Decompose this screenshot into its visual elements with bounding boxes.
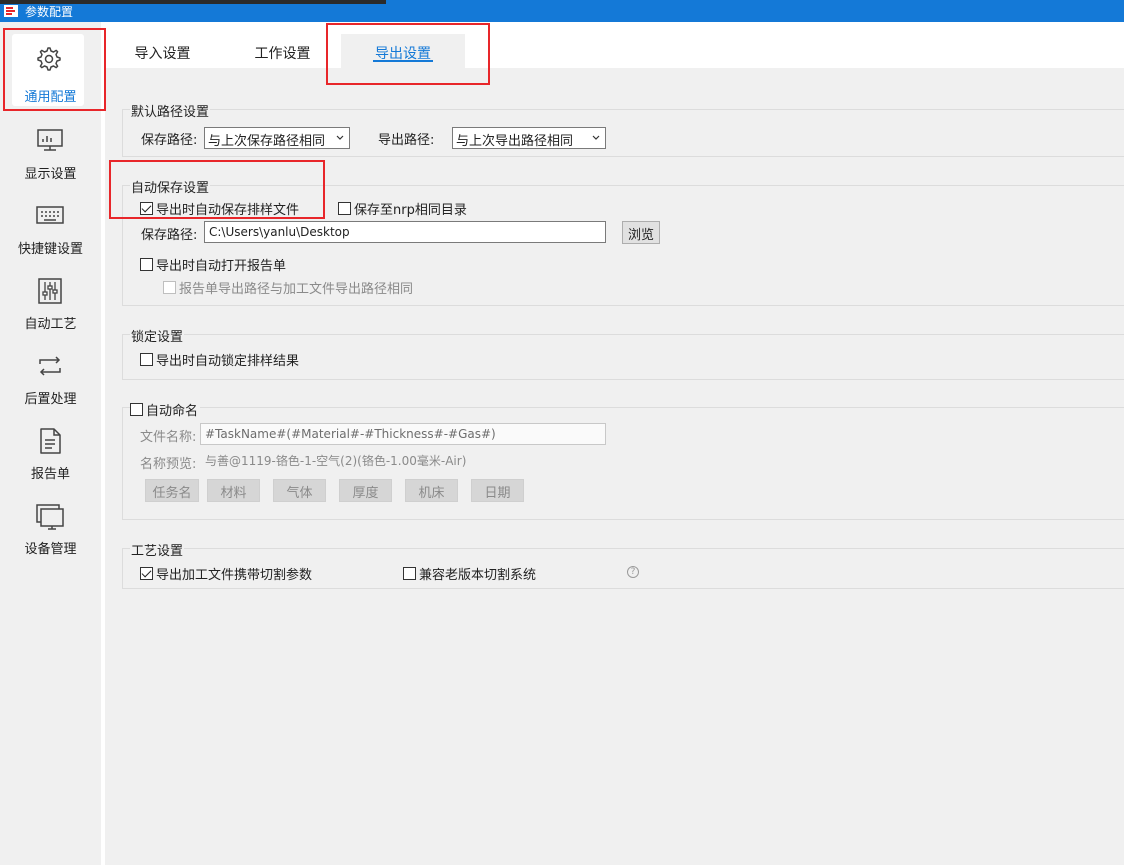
document-icon <box>40 428 61 454</box>
chevron-down-icon <box>592 135 600 140</box>
token-task-name-button[interactable]: 任务名 <box>145 479 199 502</box>
save-path-select[interactable]: 与上次保存路径相同 <box>204 127 350 149</box>
token-gas-button[interactable]: 气体 <box>273 479 326 502</box>
compat-old-system-checkbox[interactable]: 兼容老版本切割系统 <box>403 564 536 583</box>
sidebar-item-label: 显示设置 <box>24 167 77 182</box>
active-tab-underline <box>373 60 433 62</box>
help-icon[interactable]: ? <box>627 566 639 578</box>
checkbox-box <box>140 258 153 271</box>
tab-export-settings[interactable]: 导出设置 <box>341 34 465 68</box>
keyboard-icon <box>36 206 64 224</box>
tab-label: 导出设置 <box>375 46 431 62</box>
auto-name-checkbox[interactable]: 自动命名 <box>130 400 201 419</box>
sidebar: 通用配置 显示设置 快捷键设置 自动工艺 后置处理 报告单 设备管理 <box>0 22 101 865</box>
device-monitor-icon <box>36 504 64 530</box>
title-bar: 参数配置 <box>0 0 1124 22</box>
sidebar-item-label: 后置处理 <box>24 392 77 407</box>
name-preview-value: 与善@1119-铬色-1-空气(2)(铬色-1.00毫米-Air) <box>205 454 467 468</box>
carry-cut-params-checkbox[interactable]: 导出加工文件携带切割参数 <box>140 564 312 583</box>
auto-lock-checkbox[interactable]: 导出时自动锁定排样结果 <box>140 350 299 369</box>
token-machine-button[interactable]: 机床 <box>405 479 458 502</box>
monitor-icon <box>37 129 63 151</box>
name-preview-label: 名称预览: <box>140 457 197 472</box>
loop-arrows-icon <box>39 356 61 376</box>
report-same-path-checkbox[interactable]: 报告单导出路径与加工文件导出路径相同 <box>163 278 413 297</box>
checkbox-label: 导出时自动保存排样文件 <box>156 203 300 218</box>
auto-save-on-export-checkbox[interactable]: 导出时自动保存排样文件 <box>140 199 299 218</box>
checkbox-label: 报告单导出路径与加工文件导出路径相同 <box>179 282 414 297</box>
save-to-nrp-dir-checkbox[interactable]: 保存至nrp相同目录 <box>338 199 467 218</box>
save-path-label: 保存路径: <box>141 133 198 148</box>
sidebar-item-report[interactable]: 报告单 <box>0 419 101 494</box>
token-thickness-button[interactable]: 厚度 <box>339 479 392 502</box>
group-title: 工艺设置 <box>130 540 185 559</box>
checkbox-label: 导出加工文件携带切割参数 <box>156 568 313 583</box>
checkbox-box <box>140 567 153 580</box>
app-logo-icon <box>4 5 18 17</box>
checkbox-box <box>338 202 351 215</box>
tab-work-settings[interactable]: 工作设置 <box>225 34 340 68</box>
sidebar-item-post-processing[interactable]: 后置处理 <box>0 344 101 419</box>
sidebar-item-label: 报告单 <box>30 467 70 482</box>
sidebar-item-label: 设备管理 <box>24 542 77 557</box>
sidebar-item-device-management[interactable]: 设备管理 <box>0 494 101 569</box>
sidebar-item-label: 快捷键设置 <box>17 242 83 257</box>
checkbox-label: 导出时自动打开报告单 <box>156 259 287 274</box>
checkbox-label: 兼容老版本切割系统 <box>419 568 537 583</box>
sidebar-item-auto-process[interactable]: 自动工艺 <box>0 269 101 344</box>
sidebar-item-general[interactable]: 通用配置 <box>0 22 101 112</box>
sidebar-item-shortcuts[interactable]: 快捷键设置 <box>0 194 101 269</box>
auto-save-path-label: 保存路径: <box>141 228 198 243</box>
tab-bar: 导入设置 工作设置 导出设置 <box>105 22 1124 68</box>
export-path-select[interactable]: 与上次导出路径相同 <box>452 127 606 149</box>
checkbox-box <box>163 281 176 294</box>
tab-label: 导入设置 <box>134 46 191 62</box>
token-date-button[interactable]: 日期 <box>471 479 524 502</box>
select-value: 与上次导出路径相同 <box>456 134 574 149</box>
browse-button[interactable]: 浏览 <box>622 221 660 244</box>
window-title: 参数配置 <box>25 5 74 19</box>
checkbox-label: 自动命名 <box>146 404 199 419</box>
group-title: 默认路径设置 <box>130 101 211 120</box>
checkbox-box <box>140 202 153 215</box>
file-name-input[interactable]: #TaskName#(#Material#-#Thickness#-#Gas#) <box>200 423 606 445</box>
checkbox-label: 保存至nrp相同目录 <box>354 203 467 218</box>
sidebar-item-label: 自动工艺 <box>24 317 77 332</box>
auto-save-path-input[interactable]: C:\Users\yanlu\Desktop <box>204 221 606 243</box>
checkbox-label: 导出时自动锁定排样结果 <box>156 354 300 369</box>
tab-import-settings[interactable]: 导入设置 <box>105 34 220 68</box>
gear-icon <box>37 47 61 71</box>
auto-open-report-checkbox[interactable]: 导出时自动打开报告单 <box>140 255 286 274</box>
chevron-down-icon <box>336 135 344 140</box>
token-material-button[interactable]: 材料 <box>207 479 260 502</box>
sliders-icon <box>38 278 62 304</box>
group-title: 锁定设置 <box>130 326 185 345</box>
checkbox-box <box>403 567 416 580</box>
checkbox-box <box>130 403 143 416</box>
sidebar-item-display[interactable]: 显示设置 <box>0 119 101 194</box>
file-name-label: 文件名称: <box>140 430 197 445</box>
group-title: 自动保存设置 <box>130 177 211 196</box>
sidebar-item-label: 通用配置 <box>24 90 77 105</box>
export-path-label: 导出路径: <box>378 133 435 148</box>
checkbox-box <box>140 353 153 366</box>
tab-label: 工作设置 <box>254 46 311 62</box>
select-value: 与上次保存路径相同 <box>208 134 326 149</box>
